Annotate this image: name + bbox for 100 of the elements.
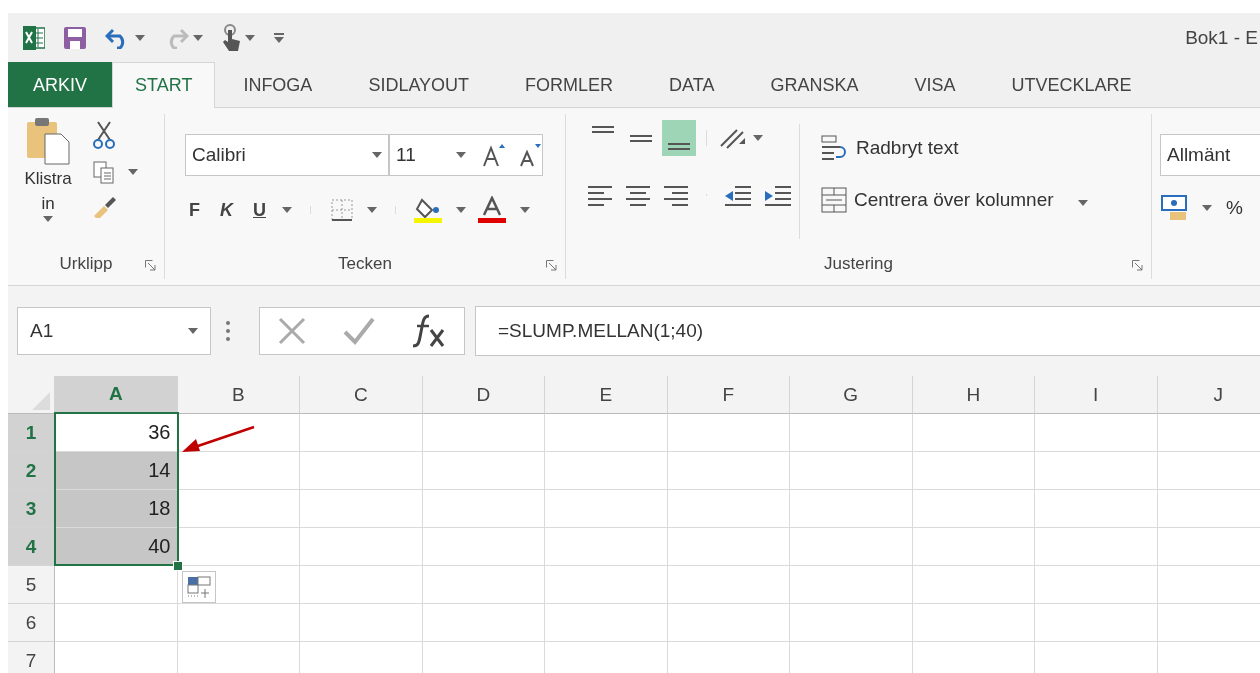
number-format-field[interactable]: Allmänt: [1160, 134, 1260, 176]
empty-cell[interactable]: [912, 452, 1035, 490]
dialog-launcher-icon[interactable]: [546, 260, 557, 271]
empty-cell[interactable]: [790, 604, 913, 642]
quick-analysis-button[interactable]: [182, 571, 216, 603]
scissors-icon[interactable]: [92, 120, 116, 150]
table-cell[interactable]: 18: [55, 490, 178, 528]
caret-icon[interactable]: [520, 207, 530, 213]
empty-cell[interactable]: [790, 414, 913, 452]
caret-icon[interactable]: [43, 216, 53, 222]
caret-icon[interactable]: [367, 207, 377, 213]
formula-field[interactable]: =SLUMP.MELLAN(1;40): [475, 306, 1260, 356]
row-header[interactable]: 7: [8, 642, 55, 673]
caret-icon[interactable]: [128, 169, 138, 175]
cancel-icon[interactable]: [277, 316, 308, 346]
empty-cell[interactable]: [300, 604, 423, 642]
caret-icon[interactable]: [753, 135, 763, 141]
caret-icon[interactable]: [245, 34, 255, 41]
table-cell[interactable]: 40: [55, 528, 178, 566]
empty-cell[interactable]: [1035, 414, 1158, 452]
empty-cell[interactable]: [545, 528, 668, 566]
checkmark-icon[interactable]: [342, 316, 376, 346]
empty-cell[interactable]: [545, 452, 668, 490]
merge-center-button[interactable]: Centrera över kolumner: [818, 184, 1090, 216]
empty-cell[interactable]: [667, 414, 790, 452]
row-header[interactable]: 3: [8, 490, 55, 528]
align-bottom-button[interactable]: [662, 120, 696, 156]
empty-cell[interactable]: [300, 452, 423, 490]
file-tab[interactable]: ARKIV: [8, 62, 113, 107]
empty-cell[interactable]: [790, 490, 913, 528]
empty-cell[interactable]: [545, 566, 668, 604]
column-header[interactable]: C: [300, 376, 423, 414]
ribbon-tab[interactable]: UTVECKLARE: [983, 63, 1160, 107]
empty-cell[interactable]: [177, 604, 300, 642]
empty-cell[interactable]: [1035, 528, 1158, 566]
column-header[interactable]: D: [422, 376, 545, 414]
empty-cell[interactable]: [790, 452, 913, 490]
empty-cell[interactable]: [422, 604, 545, 642]
ribbon-tab[interactable]: VISA: [886, 63, 984, 107]
empty-cell[interactable]: [1035, 566, 1158, 604]
column-header[interactable]: A: [55, 376, 178, 414]
caret-icon[interactable]: [135, 34, 145, 41]
row-header[interactable]: 5: [8, 566, 55, 604]
copy-icon[interactable]: [92, 160, 116, 184]
empty-cell[interactable]: [790, 528, 913, 566]
empty-cell[interactable]: [545, 604, 668, 642]
row-header[interactable]: 1: [8, 414, 55, 452]
dialog-launcher-icon[interactable]: [145, 260, 156, 271]
empty-cell[interactable]: [422, 414, 545, 452]
paste-button[interactable]: Klistra in: [16, 114, 80, 249]
row-header[interactable]: 4: [8, 528, 55, 566]
empty-cell[interactable]: [912, 604, 1035, 642]
dialog-launcher-icon[interactable]: [1132, 260, 1143, 271]
empty-cell[interactable]: [667, 528, 790, 566]
column-header[interactable]: B: [177, 376, 300, 414]
ribbon-tab[interactable]: DATA: [641, 63, 743, 107]
underline-button[interactable]: U: [249, 199, 270, 221]
save-icon[interactable]: [63, 25, 87, 50]
ribbon-tab[interactable]: START: [112, 62, 216, 108]
percent-button[interactable]: %: [1224, 195, 1245, 221]
insert-function-icon[interactable]: [410, 314, 447, 348]
fill-handle[interactable]: [173, 561, 183, 571]
customize-toolbar-icon[interactable]: [273, 31, 285, 44]
italic-button[interactable]: K: [216, 199, 237, 221]
empty-cell[interactable]: [667, 490, 790, 528]
empty-cell[interactable]: [300, 566, 423, 604]
empty-cell[interactable]: [912, 414, 1035, 452]
row-header[interactable]: 2: [8, 452, 55, 490]
empty-cell[interactable]: [422, 490, 545, 528]
spreadsheet-app-icon[interactable]: [23, 24, 45, 51]
empty-cell[interactable]: [667, 566, 790, 604]
empty-cell[interactable]: [422, 528, 545, 566]
empty-cell[interactable]: [667, 452, 790, 490]
ribbon-tab[interactable]: GRANSKA: [742, 63, 887, 107]
increase-indent-icon[interactable]: [763, 184, 793, 206]
hand-pointer-icon[interactable]: [221, 23, 241, 52]
empty-cell[interactable]: [545, 490, 668, 528]
column-header[interactable]: I: [1035, 376, 1158, 414]
decrease-indent-icon[interactable]: [723, 184, 753, 206]
empty-cell[interactable]: [667, 604, 790, 642]
table-cell[interactable]: 14: [55, 452, 178, 490]
caret-icon[interactable]: [1202, 205, 1212, 211]
align-right-icon[interactable]: [662, 184, 690, 206]
align-center-icon[interactable]: [624, 184, 652, 206]
empty-cell[interactable]: [300, 528, 423, 566]
empty-cell[interactable]: [790, 566, 913, 604]
fill-color-icon[interactable]: [414, 196, 444, 224]
column-header[interactable]: G: [790, 376, 913, 414]
borders-icon[interactable]: [329, 197, 355, 223]
empty-cell[interactable]: [422, 452, 545, 490]
caret-icon[interactable]: [282, 207, 292, 213]
bold-button[interactable]: F: [185, 199, 204, 221]
wrap-text-button[interactable]: Radbryt text: [818, 132, 1090, 164]
column-header[interactable]: H: [912, 376, 1035, 414]
caret-icon[interactable]: [188, 328, 198, 334]
ribbon-tab[interactable]: FORMLER: [497, 63, 642, 107]
name-box[interactable]: A1: [17, 307, 211, 355]
empty-cell[interactable]: [1035, 490, 1158, 528]
ribbon-tab[interactable]: SIDLAYOUT: [340, 63, 498, 107]
empty-cell[interactable]: [545, 414, 668, 452]
